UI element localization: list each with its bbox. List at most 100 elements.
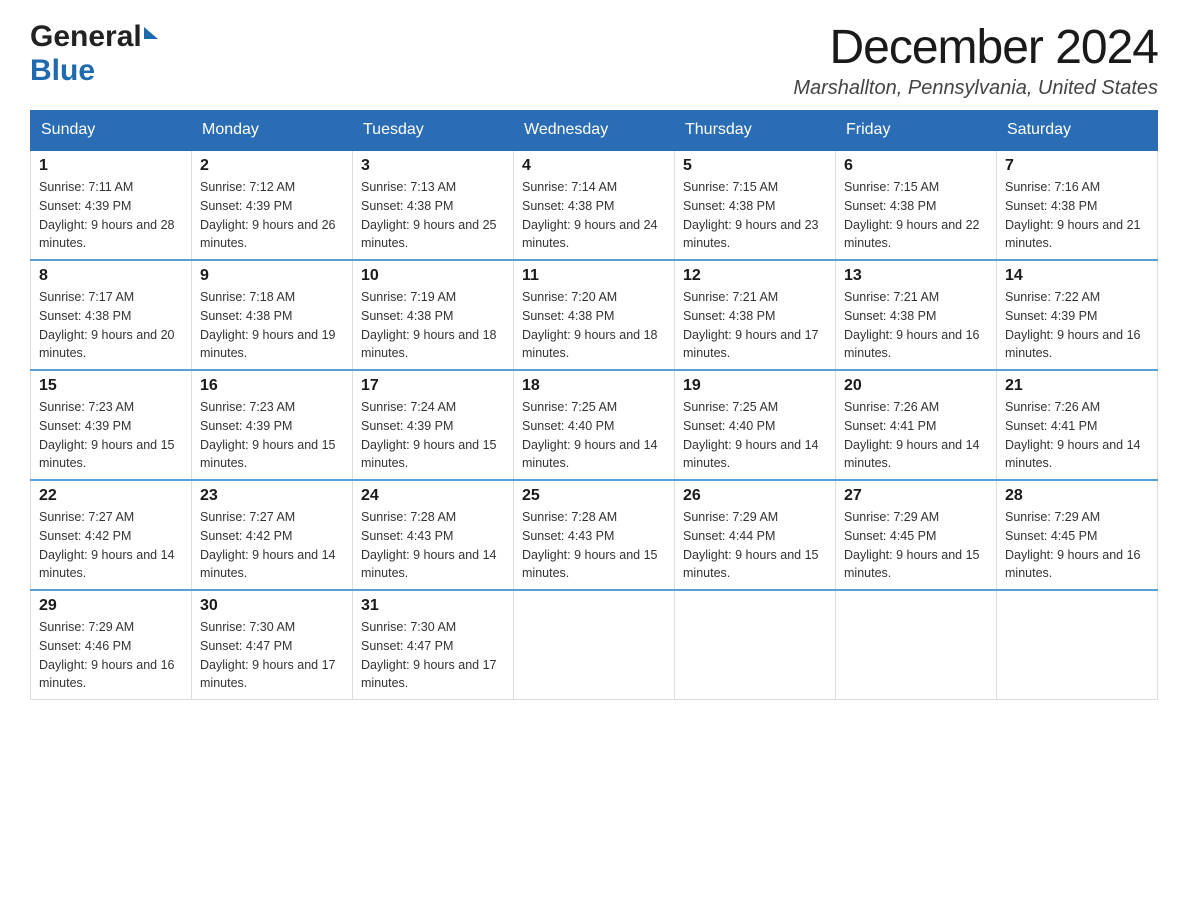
day-number: 30 — [200, 597, 344, 615]
calendar-cell: 12 Sunrise: 7:21 AM Sunset: 4:38 PM Dayl… — [675, 260, 836, 370]
day-number: 20 — [844, 377, 988, 395]
day-info: Sunrise: 7:26 AM Sunset: 4:41 PM Dayligh… — [1005, 398, 1149, 473]
day-info: Sunrise: 7:11 AM Sunset: 4:39 PM Dayligh… — [39, 178, 183, 253]
day-number: 18 — [522, 377, 666, 395]
calendar-cell: 24 Sunrise: 7:28 AM Sunset: 4:43 PM Dayl… — [353, 480, 514, 590]
calendar-table: SundayMondayTuesdayWednesdayThursdayFrid… — [30, 110, 1158, 700]
day-info: Sunrise: 7:21 AM Sunset: 4:38 PM Dayligh… — [683, 288, 827, 363]
day-info: Sunrise: 7:22 AM Sunset: 4:39 PM Dayligh… — [1005, 288, 1149, 363]
header-thursday: Thursday — [675, 111, 836, 151]
calendar-cell: 8 Sunrise: 7:17 AM Sunset: 4:38 PM Dayli… — [31, 260, 192, 370]
calendar-cell: 21 Sunrise: 7:26 AM Sunset: 4:41 PM Dayl… — [997, 370, 1158, 480]
calendar-cell: 29 Sunrise: 7:29 AM Sunset: 4:46 PM Dayl… — [31, 590, 192, 700]
day-number: 12 — [683, 267, 827, 285]
calendar-cell: 18 Sunrise: 7:25 AM Sunset: 4:40 PM Dayl… — [514, 370, 675, 480]
calendar-cell — [836, 590, 997, 700]
day-number: 13 — [844, 267, 988, 285]
day-number: 16 — [200, 377, 344, 395]
day-number: 25 — [522, 487, 666, 505]
logo-general-text: General — [30, 20, 142, 54]
logo-blue-text: Blue — [30, 54, 95, 87]
calendar-cell: 13 Sunrise: 7:21 AM Sunset: 4:38 PM Dayl… — [836, 260, 997, 370]
calendar-cell: 10 Sunrise: 7:19 AM Sunset: 4:38 PM Dayl… — [353, 260, 514, 370]
day-info: Sunrise: 7:19 AM Sunset: 4:38 PM Dayligh… — [361, 288, 505, 363]
day-info: Sunrise: 7:17 AM Sunset: 4:38 PM Dayligh… — [39, 288, 183, 363]
calendar-cell: 9 Sunrise: 7:18 AM Sunset: 4:38 PM Dayli… — [192, 260, 353, 370]
logo-arrow-icon — [144, 27, 158, 39]
day-number: 6 — [844, 157, 988, 175]
day-info: Sunrise: 7:29 AM Sunset: 4:45 PM Dayligh… — [1005, 508, 1149, 583]
header-saturday: Saturday — [997, 111, 1158, 151]
calendar-cell: 2 Sunrise: 7:12 AM Sunset: 4:39 PM Dayli… — [192, 150, 353, 260]
day-number: 27 — [844, 487, 988, 505]
calendar-cell: 28 Sunrise: 7:29 AM Sunset: 4:45 PM Dayl… — [997, 480, 1158, 590]
day-number: 26 — [683, 487, 827, 505]
calendar-cell: 11 Sunrise: 7:20 AM Sunset: 4:38 PM Dayl… — [514, 260, 675, 370]
day-info: Sunrise: 7:28 AM Sunset: 4:43 PM Dayligh… — [522, 508, 666, 583]
day-info: Sunrise: 7:30 AM Sunset: 4:47 PM Dayligh… — [200, 618, 344, 693]
calendar-cell: 19 Sunrise: 7:25 AM Sunset: 4:40 PM Dayl… — [675, 370, 836, 480]
calendar-cell: 1 Sunrise: 7:11 AM Sunset: 4:39 PM Dayli… — [31, 150, 192, 260]
day-info: Sunrise: 7:27 AM Sunset: 4:42 PM Dayligh… — [200, 508, 344, 583]
day-info: Sunrise: 7:15 AM Sunset: 4:38 PM Dayligh… — [844, 178, 988, 253]
day-number: 2 — [200, 157, 344, 175]
day-number: 19 — [683, 377, 827, 395]
day-info: Sunrise: 7:13 AM Sunset: 4:38 PM Dayligh… — [361, 178, 505, 253]
calendar-cell: 22 Sunrise: 7:27 AM Sunset: 4:42 PM Dayl… — [31, 480, 192, 590]
day-number: 22 — [39, 487, 183, 505]
calendar-cell — [997, 590, 1158, 700]
page-header: General Blue December 2024 Marshallton, … — [30, 20, 1158, 100]
day-number: 29 — [39, 597, 183, 615]
day-number: 15 — [39, 377, 183, 395]
day-number: 23 — [200, 487, 344, 505]
calendar-cell — [675, 590, 836, 700]
day-info: Sunrise: 7:25 AM Sunset: 4:40 PM Dayligh… — [683, 398, 827, 473]
day-info: Sunrise: 7:24 AM Sunset: 4:39 PM Dayligh… — [361, 398, 505, 473]
day-info: Sunrise: 7:25 AM Sunset: 4:40 PM Dayligh… — [522, 398, 666, 473]
day-info: Sunrise: 7:12 AM Sunset: 4:39 PM Dayligh… — [200, 178, 344, 253]
header-monday: Monday — [192, 111, 353, 151]
calendar-cell: 31 Sunrise: 7:30 AM Sunset: 4:47 PM Dayl… — [353, 590, 514, 700]
calendar-week-row: 29 Sunrise: 7:29 AM Sunset: 4:46 PM Dayl… — [31, 590, 1158, 700]
day-number: 31 — [361, 597, 505, 615]
calendar-cell: 15 Sunrise: 7:23 AM Sunset: 4:39 PM Dayl… — [31, 370, 192, 480]
logo: General Blue — [30, 20, 158, 88]
day-number: 14 — [1005, 267, 1149, 285]
calendar-cell: 7 Sunrise: 7:16 AM Sunset: 4:38 PM Dayli… — [997, 150, 1158, 260]
calendar-cell: 4 Sunrise: 7:14 AM Sunset: 4:38 PM Dayli… — [514, 150, 675, 260]
day-info: Sunrise: 7:15 AM Sunset: 4:38 PM Dayligh… — [683, 178, 827, 253]
day-number: 3 — [361, 157, 505, 175]
day-number: 21 — [1005, 377, 1149, 395]
calendar-header-row: SundayMondayTuesdayWednesdayThursdayFrid… — [31, 111, 1158, 151]
day-info: Sunrise: 7:16 AM Sunset: 4:38 PM Dayligh… — [1005, 178, 1149, 253]
calendar-cell: 23 Sunrise: 7:27 AM Sunset: 4:42 PM Dayl… — [192, 480, 353, 590]
header-wednesday: Wednesday — [514, 111, 675, 151]
calendar-cell: 14 Sunrise: 7:22 AM Sunset: 4:39 PM Dayl… — [997, 260, 1158, 370]
page-title: December 2024 — [793, 20, 1158, 75]
day-number: 28 — [1005, 487, 1149, 505]
calendar-cell: 30 Sunrise: 7:30 AM Sunset: 4:47 PM Dayl… — [192, 590, 353, 700]
calendar-cell — [514, 590, 675, 700]
day-number: 17 — [361, 377, 505, 395]
calendar-cell: 20 Sunrise: 7:26 AM Sunset: 4:41 PM Dayl… — [836, 370, 997, 480]
calendar-cell: 26 Sunrise: 7:29 AM Sunset: 4:44 PM Dayl… — [675, 480, 836, 590]
day-info: Sunrise: 7:29 AM Sunset: 4:45 PM Dayligh… — [844, 508, 988, 583]
header-sunday: Sunday — [31, 111, 192, 151]
header-tuesday: Tuesday — [353, 111, 514, 151]
day-info: Sunrise: 7:27 AM Sunset: 4:42 PM Dayligh… — [39, 508, 183, 583]
calendar-week-row: 1 Sunrise: 7:11 AM Sunset: 4:39 PM Dayli… — [31, 150, 1158, 260]
day-number: 4 — [522, 157, 666, 175]
calendar-cell: 3 Sunrise: 7:13 AM Sunset: 4:38 PM Dayli… — [353, 150, 514, 260]
calendar-cell: 17 Sunrise: 7:24 AM Sunset: 4:39 PM Dayl… — [353, 370, 514, 480]
day-info: Sunrise: 7:30 AM Sunset: 4:47 PM Dayligh… — [361, 618, 505, 693]
day-number: 7 — [1005, 157, 1149, 175]
day-number: 11 — [522, 267, 666, 285]
day-info: Sunrise: 7:23 AM Sunset: 4:39 PM Dayligh… — [39, 398, 183, 473]
calendar-cell: 25 Sunrise: 7:28 AM Sunset: 4:43 PM Dayl… — [514, 480, 675, 590]
calendar-cell: 5 Sunrise: 7:15 AM Sunset: 4:38 PM Dayli… — [675, 150, 836, 260]
day-number: 8 — [39, 267, 183, 285]
day-info: Sunrise: 7:21 AM Sunset: 4:38 PM Dayligh… — [844, 288, 988, 363]
day-info: Sunrise: 7:29 AM Sunset: 4:46 PM Dayligh… — [39, 618, 183, 693]
day-number: 24 — [361, 487, 505, 505]
title-block: December 2024 Marshallton, Pennsylvania,… — [793, 20, 1158, 100]
